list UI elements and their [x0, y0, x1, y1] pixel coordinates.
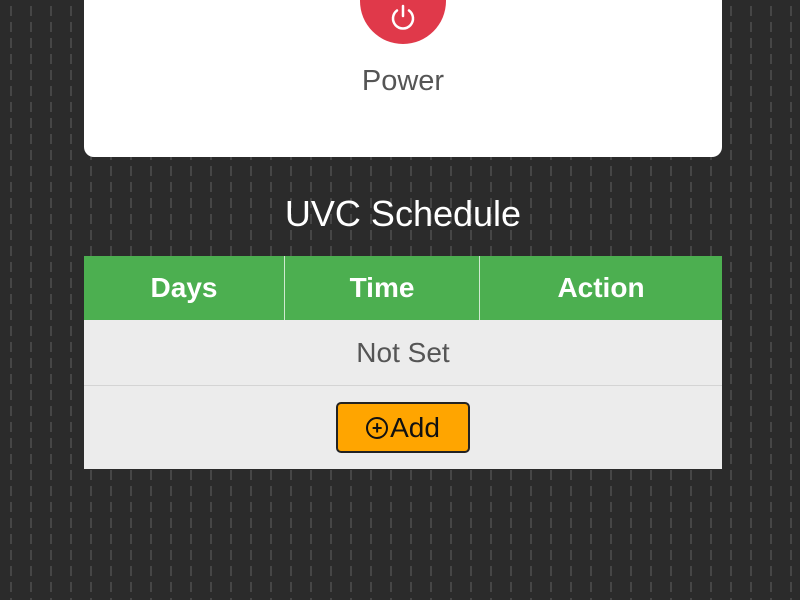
column-header-action: Action	[479, 256, 722, 320]
plus-circle-icon: +	[366, 416, 389, 439]
add-button[interactable]: + Add	[336, 402, 470, 453]
power-icon	[391, 4, 415, 30]
add-button-label: Add	[390, 411, 440, 443]
power-card: Power	[84, 0, 722, 157]
schedule-title: UVC Schedule	[284, 193, 522, 234]
power-label: Power	[361, 65, 445, 97]
schedule-table: Days Time Action Not Set + Add	[84, 256, 722, 469]
table-row: + Add	[84, 386, 722, 470]
power-button[interactable]	[360, 0, 446, 44]
column-header-time: Time	[284, 256, 480, 320]
table-header-row: Days Time Action	[84, 256, 722, 320]
table-row: Not Set	[84, 320, 722, 386]
column-header-days: Days	[84, 256, 285, 320]
empty-state-text: Not Set	[84, 320, 722, 386]
add-cell: + Add	[84, 386, 722, 470]
